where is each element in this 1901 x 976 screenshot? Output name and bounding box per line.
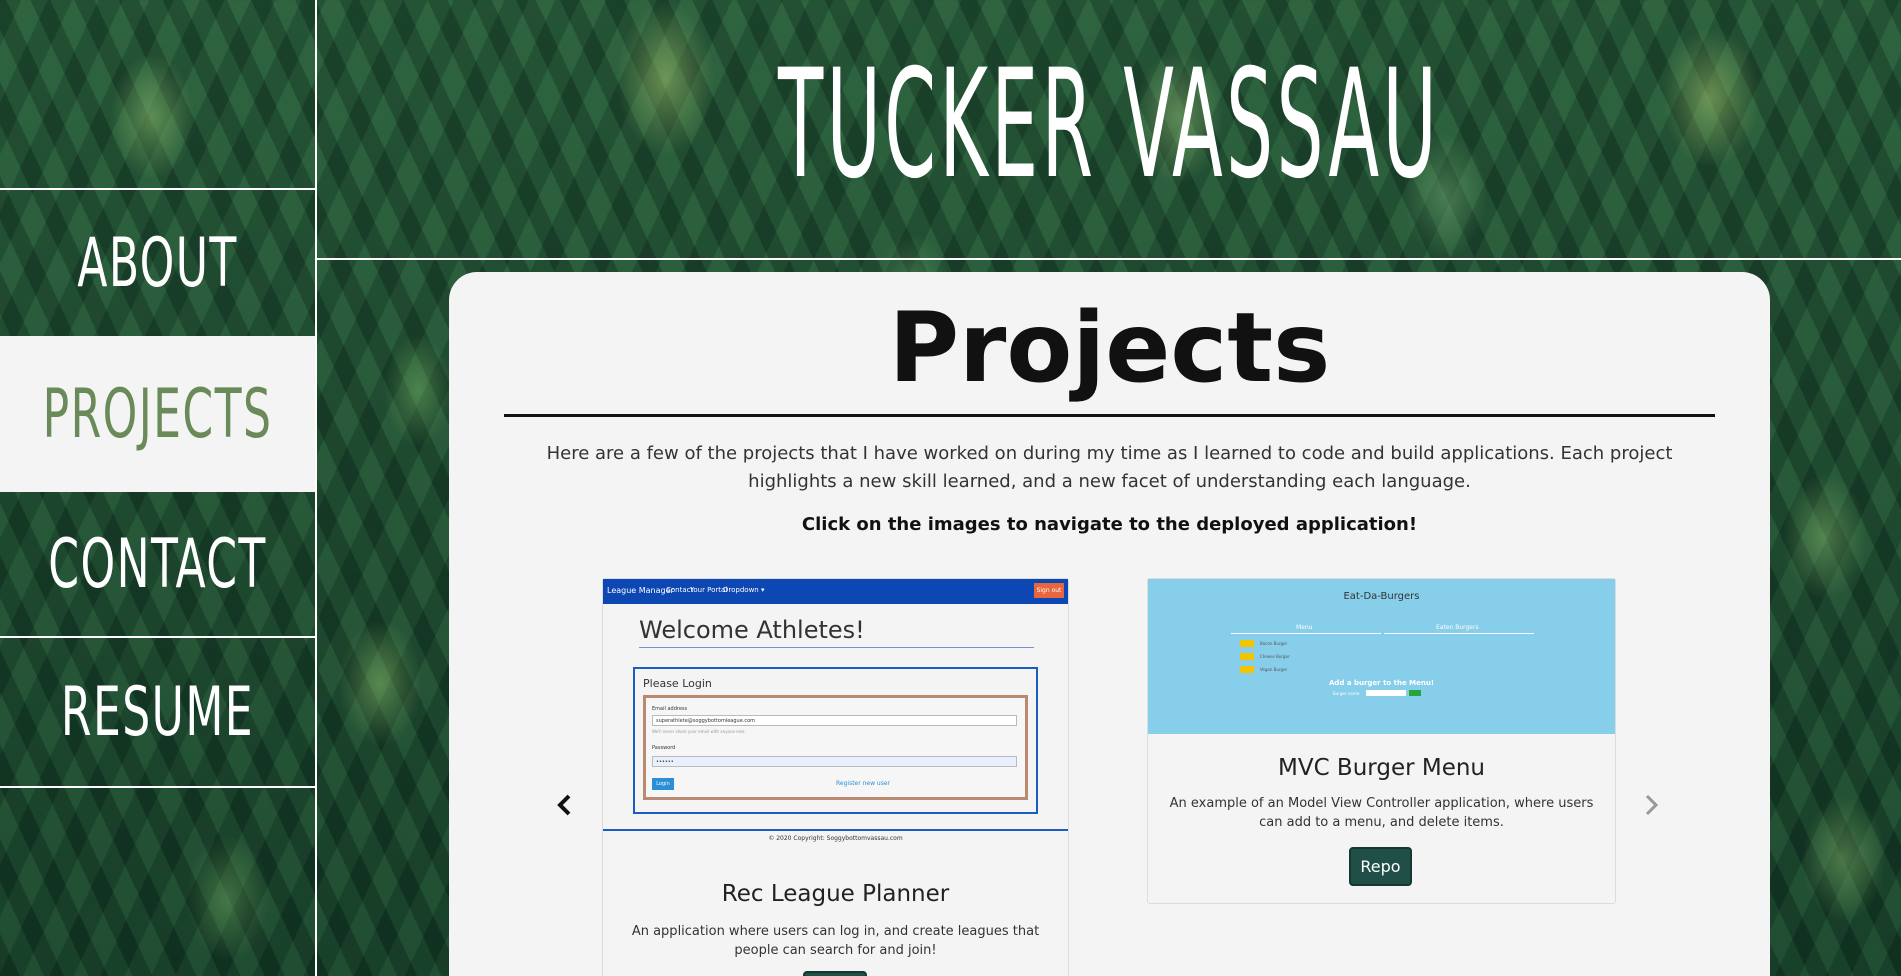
- screenshot-devour-button: [1240, 640, 1254, 647]
- page-title: Projects: [888, 292, 1331, 404]
- screenshot-nav-link: Your Portal: [690, 586, 728, 594]
- intro-text: Here are a few of the projects that I ha…: [546, 443, 1673, 492]
- screenshot-burger-input: [1366, 690, 1406, 696]
- screenshot-item: Bacon Burger: [1260, 641, 1288, 646]
- sidebar-item-label: Projects: [42, 374, 273, 454]
- nav-divider: [0, 636, 315, 638]
- chevron-right-icon: [1645, 794, 1659, 816]
- sidebar-nav: About Projects Contact Resume: [0, 0, 317, 976]
- cta-text: Click on the images to navigate to the d…: [801, 514, 1418, 535]
- screenshot-email-label: Email address: [652, 706, 688, 712]
- screenshot-footer: © 2020 Copyright: Soggybottomvassau.com: [768, 835, 903, 842]
- screenshot-nav-link: Dropdown ▾: [723, 586, 765, 594]
- sidebar-item-label: Resume: [60, 672, 255, 752]
- screenshot-login-form: Email address superathlete@soggybottomle…: [643, 695, 1028, 800]
- screenshot-title: Eat-Da-Burgers: [1343, 591, 1420, 602]
- project-description: An example of an Model View Controller a…: [1169, 796, 1594, 830]
- screenshot-brand: League Manager: [607, 586, 674, 595]
- header-divider: [317, 258, 1901, 260]
- project-screenshot-burger[interactable]: Eat-Da-Burgers Menu Eaten Burgers Bacon …: [1148, 579, 1615, 734]
- screenshot-col-menu: Menu: [1296, 624, 1313, 631]
- screenshot-register-link: Register new user: [836, 780, 891, 787]
- screenshot-footer-rule: [603, 829, 1068, 831]
- screenshot-welcome: Welcome Athletes!: [639, 616, 865, 644]
- screenshot-add-label: Add a burger to the Menu!: [1328, 679, 1435, 687]
- screenshot-email-input: superathlete@soggybottomleague.com: [652, 715, 1017, 726]
- screenshot-login-title: Please Login: [643, 677, 712, 690]
- sidebar-item-projects[interactable]: Projects: [0, 336, 315, 492]
- screenshot-login-button: Login: [652, 778, 674, 790]
- screenshot-signout: Sign out: [1034, 583, 1064, 598]
- carousel-prev-button[interactable]: [549, 790, 579, 820]
- screenshot-password-input: ••••••: [652, 756, 1017, 767]
- screenshot-login-box: Please Login Email address superathlete@…: [633, 667, 1038, 814]
- project-title: Rec League Planner: [721, 881, 950, 907]
- project-card-rec-league: League Manager Contact Your Portal Dropd…: [602, 578, 1069, 976]
- projects-panel: Projects Here are a few of the projects …: [449, 272, 1770, 976]
- project-card-burger: Eat-Da-Burgers Menu Eaten Burgers Bacon …: [1147, 578, 1616, 904]
- site-title: Tucker Vassau: [317, 30, 1901, 220]
- screenshot-submit-button: [1409, 690, 1421, 696]
- sidebar-item-resume[interactable]: Resume: [0, 640, 315, 784]
- project-title: MVC Burger Menu: [1277, 755, 1486, 781]
- screenshot-item: Cheese Burger: [1260, 654, 1290, 659]
- screenshot-col-eaten: Eaten Burgers: [1436, 624, 1479, 631]
- screenshot-devour-button: [1240, 666, 1254, 673]
- title-divider: [504, 414, 1715, 417]
- screenshot-devour-button: [1240, 653, 1254, 660]
- repo-button[interactable]: [803, 971, 867, 976]
- screenshot-col-rule: [1384, 633, 1534, 634]
- screenshot-email-help: We'll never share your email with anyone…: [652, 729, 746, 734]
- nav-divider: [0, 786, 315, 788]
- carousel-next-button[interactable]: [1637, 790, 1667, 820]
- repo-button[interactable]: Repo: [1349, 847, 1412, 886]
- project-description: An application where users can log in, a…: [631, 924, 1040, 958]
- sidebar-item-contact[interactable]: Contact: [0, 492, 315, 636]
- screenshot-col-rule: [1231, 633, 1381, 634]
- screenshot-rule: [639, 647, 1034, 648]
- screenshot-navbar: League Manager Contact Your Portal Dropd…: [603, 579, 1068, 604]
- screenshot-item: Vegan Burger: [1260, 667, 1288, 672]
- project-screenshot-rec-league[interactable]: League Manager Contact Your Portal Dropd…: [603, 579, 1068, 859]
- site-title-text: Tucker Vassau: [777, 38, 1441, 212]
- sidebar-item-about[interactable]: About: [0, 190, 315, 336]
- screenshot-form-label: Burger name:: [1333, 691, 1361, 696]
- sidebar-item-label: About: [77, 223, 238, 303]
- screenshot-password-label: Password: [652, 745, 676, 751]
- chevron-left-icon: [557, 794, 571, 816]
- sidebar-item-label: Contact: [48, 524, 267, 604]
